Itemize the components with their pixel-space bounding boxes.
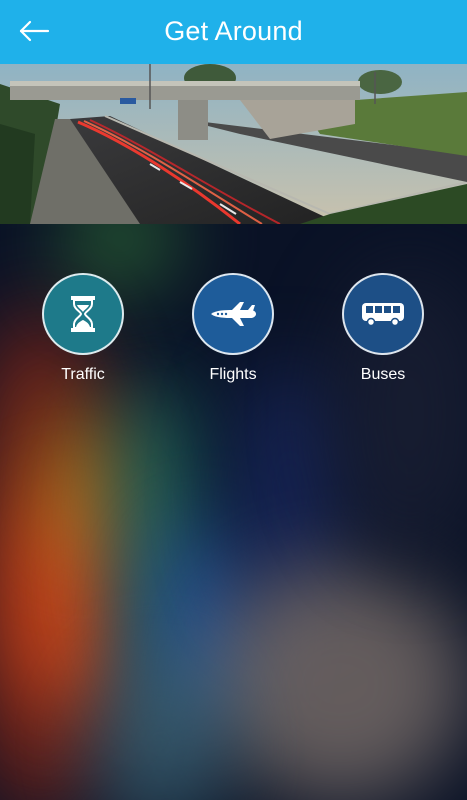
- traffic-tile[interactable]: Traffic: [18, 273, 148, 385]
- flights-label: Flights: [209, 366, 257, 383]
- flights-tile[interactable]: Flights: [168, 273, 298, 385]
- traffic-tile-circle[interactable]: [42, 273, 124, 355]
- app-bar: Get Around: [0, 0, 467, 64]
- buses-tile-circle[interactable]: [342, 273, 424, 355]
- traffic-label: Traffic: [61, 366, 105, 383]
- buses-label: Buses: [360, 366, 406, 383]
- transport-options: Traffic Flights Buses: [0, 273, 467, 393]
- flights-tile-circle[interactable]: [192, 273, 274, 355]
- page-title: Get Around: [164, 16, 303, 46]
- airplane-icon: [211, 302, 256, 326]
- hourglass-icon: [71, 296, 95, 332]
- bus-icon: [362, 303, 404, 327]
- buses-tile[interactable]: Buses: [318, 273, 448, 385]
- hero-image: [0, 64, 467, 224]
- get-around-screen: Get Around Traffic Flights Buses: [0, 0, 467, 800]
